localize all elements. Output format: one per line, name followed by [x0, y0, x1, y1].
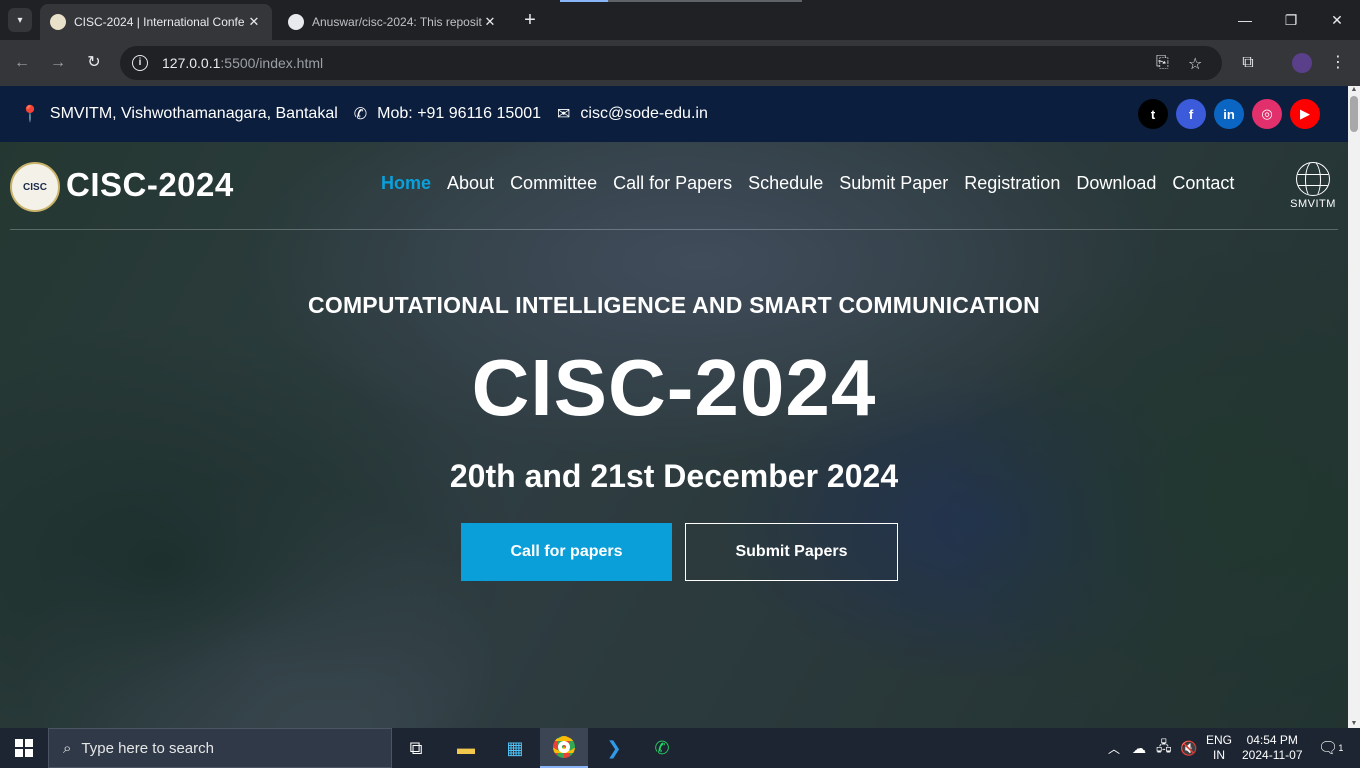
install-app-icon[interactable]: ⎘: [1156, 54, 1169, 72]
phone-text: Mob: +91 96116 15001: [377, 105, 542, 122]
tab-load-indicator: [560, 0, 608, 2]
vscode-icon[interactable]: ❯: [590, 728, 638, 768]
extensions-puzzle-icon[interactable]: ⧉: [1236, 51, 1260, 75]
tab-search-chevron-icon[interactable]: ▾: [8, 8, 32, 32]
browser-tabstrip: ▾ CISC-2024 | International Confe ✕ Anus…: [0, 0, 1360, 40]
nav-call-for-papers[interactable]: Call for Papers: [613, 173, 732, 194]
web-page: 📍 SMVITM, Vishwothamanagara, Bantakal ✆ …: [0, 86, 1348, 728]
phone-icon: ✆: [353, 106, 368, 123]
social-links: t f in ◎ ▶: [1130, 99, 1320, 129]
call-for-papers-button[interactable]: Call for papers: [461, 523, 672, 581]
scroll-up-icon[interactable]: ▲: [1350, 86, 1358, 94]
reload-icon[interactable]: ↻: [82, 51, 106, 75]
facebook-icon[interactable]: f: [1176, 99, 1206, 129]
nav-download[interactable]: Download: [1076, 173, 1156, 194]
notification-count: 1: [1338, 743, 1344, 753]
smvitm-label: SMVITM: [1290, 198, 1336, 210]
search-placeholder: Type here to search: [81, 739, 214, 757]
tab-cisc[interactable]: CISC-2024 | International Confe ✕: [40, 4, 272, 40]
forward-arrow-icon[interactable]: →: [46, 51, 70, 75]
nav-contact[interactable]: Contact: [1172, 173, 1234, 194]
clock-date: 2024-11-07: [1242, 748, 1303, 762]
nav-registration[interactable]: Registration: [964, 173, 1060, 194]
smvitm-logo[interactable]: SMVITM: [1288, 162, 1338, 214]
nav-committee[interactable]: Committee: [510, 173, 597, 194]
tab-title: CISC-2024 | International Confe: [74, 15, 245, 29]
whatsapp-icon[interactable]: ✆: [638, 728, 686, 768]
close-tab-icon[interactable]: ✕: [246, 14, 262, 30]
twitter-icon[interactable]: t: [1138, 99, 1168, 129]
github-favicon-icon: [288, 14, 304, 30]
clock[interactable]: 04:54 PM 2024-11-07: [1242, 728, 1303, 768]
brand-title[interactable]: CISC-2024: [66, 166, 234, 204]
globe-icon: [1296, 162, 1330, 196]
main-navbar: CISC CISC-2024 Home About Committee Call…: [0, 142, 1348, 230]
notification-center-icon[interactable]: 🗨 1: [1318, 728, 1343, 768]
scroll-down-icon[interactable]: ▼: [1350, 720, 1358, 728]
hero-section: CISC CISC-2024 Home About Committee Call…: [0, 142, 1348, 728]
file-explorer-icon[interactable]: ▬: [442, 728, 490, 768]
new-tab-plus-icon[interactable]: +: [518, 9, 542, 33]
hero-date: 20th and 21st December 2024: [449, 458, 899, 494]
address-bar[interactable]: i 127.0.0.1:5500/index.html ⎘ ☆: [120, 46, 1222, 80]
clock-time: 04:54 PM: [1246, 733, 1298, 747]
tab-title: Anuswar/cisc-2024: This reposit: [312, 15, 482, 29]
hero-title: CISC-2024: [471, 343, 877, 432]
submit-papers-button[interactable]: Submit Papers: [685, 523, 898, 581]
taskbar-search[interactable]: ⌕ Type here to search: [48, 728, 392, 768]
store-icon[interactable]: ▦: [491, 728, 539, 768]
linkedin-icon[interactable]: in: [1214, 99, 1244, 129]
site-info-icon[interactable]: i: [132, 55, 148, 71]
close-window-icon[interactable]: ✕: [1314, 0, 1360, 40]
youtube-icon[interactable]: ▶: [1290, 99, 1320, 129]
tab-github[interactable]: Anuswar/cisc-2024: This reposit ✕: [278, 4, 508, 40]
windows-start-icon[interactable]: [0, 728, 48, 768]
profile-avatar[interactable]: [1290, 51, 1314, 75]
cisc-logo[interactable]: CISC: [10, 162, 60, 212]
volume-muted-icon[interactable]: 🔇: [1180, 728, 1197, 768]
tab-divider: [608, 0, 802, 2]
task-view-icon[interactable]: ⧉: [392, 728, 440, 768]
nav-home[interactable]: Home: [381, 173, 431, 194]
address-text: SMVITM, Vishwothamanagara, Bantakal: [49, 105, 338, 122]
email-text[interactable]: cisc@sode-edu.in: [580, 105, 707, 123]
bookmark-star-icon[interactable]: ☆: [1188, 54, 1202, 74]
scrollbar-thumb[interactable]: [1350, 96, 1358, 132]
chrome-icon[interactable]: [540, 728, 588, 768]
show-hidden-icons-chevron-icon[interactable]: ︿: [1108, 728, 1120, 768]
browser-menu-icon[interactable]: ⋮: [1326, 51, 1350, 75]
contact-topbar: 📍 SMVITM, Vishwothamanagara, Bantakal ✆ …: [0, 86, 1348, 142]
nav-submit-paper[interactable]: Submit Paper: [839, 173, 948, 194]
search-icon: ⌕: [63, 739, 72, 757]
cisc-favicon-icon: [50, 14, 66, 30]
map-pin-icon: 📍: [20, 106, 40, 123]
nav-schedule[interactable]: Schedule: [748, 173, 823, 194]
email-item[interactable]: ✉ cisc@sode-edu.in: [557, 104, 708, 124]
nav-about[interactable]: About: [447, 173, 494, 194]
restore-icon[interactable]: ❐: [1268, 0, 1314, 40]
phone-item: ✆ Mob: +91 96116 15001: [354, 104, 541, 124]
nav-menu: Home About Committee Call for Papers Sch…: [381, 173, 1250, 194]
url-text: 127.0.0.1:5500/index.html: [162, 55, 324, 71]
hero-tagline: COMPUTATIONAL INTELLIGENCE AND SMART COM…: [308, 292, 1040, 318]
onedrive-cloud-icon[interactable]: ☁: [1132, 728, 1146, 768]
page-scrollbar[interactable]: ▲ ▼: [1348, 86, 1360, 728]
address-item: 📍 SMVITM, Vishwothamanagara, Bantakal: [20, 104, 338, 124]
navbar-divider: [10, 229, 1338, 230]
windows-taskbar: ⌕ Type here to search ⧉ ▬ ▦ ❯ ✆ ︿ ☁ 🖧 🔇 …: [0, 728, 1360, 768]
back-arrow-icon[interactable]: ←: [10, 51, 34, 75]
browser-toolbar: ← → ↻ i 127.0.0.1:5500/index.html ⎘ ☆ ⧉ …: [0, 40, 1360, 86]
network-icon[interactable]: 🖧: [1156, 728, 1172, 768]
close-tab-icon[interactable]: ✕: [482, 14, 498, 30]
instagram-icon[interactable]: ◎: [1252, 99, 1282, 129]
minimize-icon[interactable]: —: [1222, 0, 1268, 40]
language-indicator[interactable]: ENG IN: [1206, 728, 1232, 768]
envelope-icon: ✉: [557, 106, 571, 123]
